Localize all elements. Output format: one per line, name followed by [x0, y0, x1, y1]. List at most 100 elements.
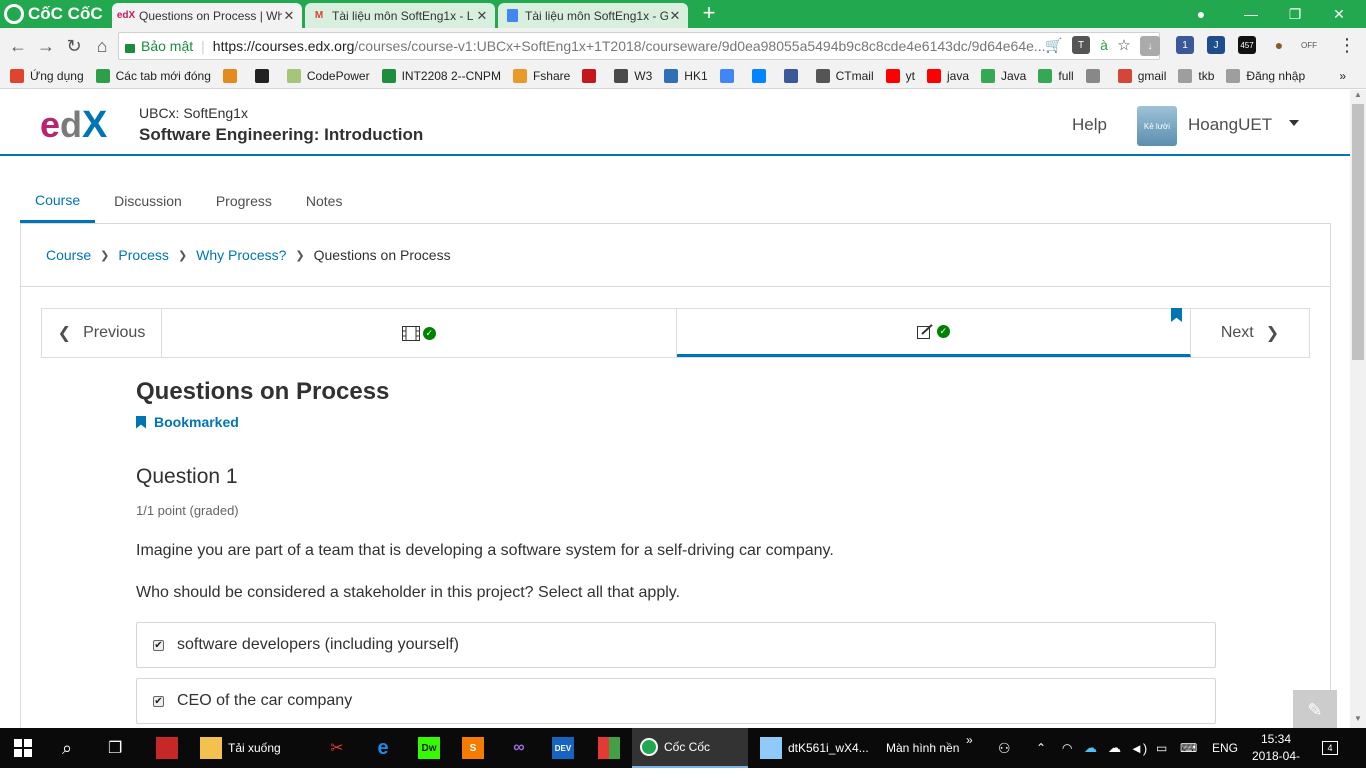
- bookmark-item[interactable]: HK1: [664, 69, 708, 83]
- inbox-icon[interactable]: 457: [1238, 36, 1256, 54]
- coccoc-logo[interactable]: CốC CốC: [0, 0, 110, 28]
- taskbar-app-sublime[interactable]: S: [462, 728, 484, 768]
- scrollbar-thumb[interactable]: [1352, 104, 1364, 360]
- start-button[interactable]: [14, 728, 32, 768]
- scroll-up-icon[interactable]: ▲: [1350, 90, 1366, 102]
- bookmark-item[interactable]: W3: [614, 69, 652, 83]
- bookmark-item[interactable]: full: [1038, 69, 1074, 83]
- home-icon[interactable]: ⌂: [90, 34, 114, 58]
- tray-chevron-up-icon[interactable]: ⌃: [1036, 728, 1046, 768]
- bookmark-item[interactable]: yt: [885, 69, 915, 83]
- tab-progress[interactable]: Progress: [201, 180, 287, 222]
- bookmark-item[interactable]: gmail: [1117, 69, 1166, 83]
- bookmark-item[interactable]: Fshare: [512, 69, 570, 83]
- bookmark-item[interactable]: [254, 69, 275, 83]
- cart-icon[interactable]: 🛒: [1045, 36, 1063, 54]
- minimize-button[interactable]: —: [1228, 0, 1274, 28]
- network-icon[interactable]: ☁: [1108, 728, 1121, 768]
- choice-option[interactable]: ✔ software developers (including yoursel…: [136, 622, 1216, 668]
- forward-icon[interactable]: →: [34, 34, 58, 58]
- search-icon[interactable]: ⌕: [62, 728, 72, 768]
- close-window-button[interactable]: ✕: [1316, 0, 1362, 28]
- j-extension-icon[interactable]: J: [1207, 36, 1225, 54]
- cookie-icon[interactable]: ●: [1270, 36, 1288, 54]
- back-icon[interactable]: ←: [6, 34, 30, 58]
- action-center-icon[interactable]: 4: [1322, 728, 1338, 768]
- translate-icon[interactable]: T: [1072, 36, 1090, 54]
- checkbox[interactable]: ✔: [153, 695, 164, 707]
- help-link[interactable]: Help: [1072, 115, 1107, 135]
- toolbar-more[interactable]: »: [966, 720, 973, 760]
- reload-icon[interactable]: ↻: [62, 34, 86, 58]
- taskbar-file[interactable]: dtK561i_wX4...: [760, 728, 869, 768]
- previous-button[interactable]: ❮ Previous: [42, 309, 162, 357]
- language-indicator[interactable]: ENG: [1212, 728, 1238, 768]
- new-tab-button[interactable]: +: [698, 2, 720, 25]
- browser-tab-edx[interactable]: edX Questions on Process | Wh ✕: [112, 3, 302, 28]
- close-tab-icon[interactable]: ✕: [282, 8, 296, 24]
- taskbar-app-snipping[interactable]: ✂: [326, 728, 348, 768]
- taskbar-app-network[interactable]: [156, 728, 178, 768]
- profile-icon[interactable]: ●: [1178, 0, 1224, 28]
- restore-button[interactable]: ❐: [1272, 0, 1318, 28]
- keyboard-icon[interactable]: ⌨: [1180, 728, 1197, 768]
- scroll-down-icon[interactable]: ▼: [1350, 714, 1366, 726]
- bookmark-item[interactable]: [783, 69, 804, 83]
- sequence-unit-video[interactable]: ✓: [162, 309, 677, 357]
- tab-discussion[interactable]: Discussion: [99, 180, 197, 222]
- clock[interactable]: 15:34 2018-04-06: [1246, 731, 1306, 782]
- bookmark-item[interactable]: Ứng dụng: [10, 69, 84, 83]
- avatar[interactable]: Kẻ lười: [1137, 106, 1177, 146]
- bookmark-item[interactable]: CTmail: [815, 69, 874, 83]
- close-tab-icon[interactable]: ✕: [475, 8, 489, 24]
- taskbar-app-visualstudio[interactable]: ∞: [508, 728, 530, 768]
- off-toggle-icon[interactable]: OFF: [1300, 36, 1318, 54]
- page-scrollbar[interactable]: ▲ ▼: [1350, 90, 1366, 728]
- download-icon[interactable]: ↓: [1140, 36, 1160, 56]
- taskbar-downloads[interactable]: Tải xuống: [200, 728, 281, 768]
- browser-tab-gmail[interactable]: M Tài liệu môn SoftEng1x - L ✕: [305, 3, 495, 28]
- breadcrumb-section[interactable]: Process: [118, 247, 169, 263]
- bookmark-item[interactable]: [1085, 69, 1106, 83]
- people-icon[interactable]: ⚇: [998, 728, 1011, 768]
- checkbox[interactable]: ✔: [153, 639, 164, 651]
- choice-option[interactable]: ✔ CEO of the car company: [136, 678, 1216, 724]
- desktop-toolbar[interactable]: Màn hình nền: [886, 728, 959, 768]
- star-icon[interactable]: ☆: [1115, 36, 1133, 54]
- volume-icon[interactable]: ◄): [1130, 728, 1147, 768]
- taskbar-app-devcpp[interactable]: DEV: [552, 728, 574, 768]
- taskbar-coccoc[interactable]: Cốc Cốc: [632, 728, 748, 768]
- bookmark-button[interactable]: Bookmarked: [136, 414, 1216, 430]
- battery-icon[interactable]: ▭: [1156, 728, 1167, 768]
- bookmark-item[interactable]: [222, 69, 243, 83]
- dictionary-icon[interactable]: à: [1095, 36, 1113, 54]
- bookmark-item[interactable]: Java: [981, 69, 1026, 83]
- bookmark-item[interactable]: java: [926, 69, 969, 83]
- breadcrumb-subsection[interactable]: Why Process?: [196, 247, 286, 263]
- next-button[interactable]: Next ❯: [1191, 309, 1309, 357]
- bookmark-item[interactable]: INT2208 2--CNPM: [381, 69, 501, 83]
- close-tab-icon[interactable]: ✕: [668, 8, 682, 24]
- task-view-icon[interactable]: ❐: [108, 728, 122, 768]
- browser-tab-gdoc[interactable]: Tài liệu môn SoftEng1x - G ✕: [498, 3, 688, 28]
- tab-course[interactable]: Course: [20, 180, 96, 223]
- bookmark-item[interactable]: Đăng nhập: [1226, 69, 1305, 83]
- bookmarks-more-button[interactable]: »: [1339, 69, 1346, 83]
- bookmark-item[interactable]: tkb: [1178, 69, 1214, 83]
- bookmark-item[interactable]: [751, 69, 772, 83]
- username[interactable]: HoangUET: [1188, 115, 1272, 135]
- sequence-unit-problem[interactable]: ✓: [676, 308, 1191, 357]
- wifi-icon[interactable]: ◠: [1062, 728, 1072, 768]
- user-menu-caret-icon[interactable]: [1289, 120, 1299, 126]
- edx-logo[interactable]: e d X: [40, 104, 120, 144]
- menu-icon[interactable]: ⋮: [1338, 35, 1356, 55]
- taskbar-app-dreamweaver[interactable]: Dw: [418, 728, 440, 768]
- bookmark-item[interactable]: [582, 69, 602, 83]
- taskbar-app-winrar[interactable]: [598, 728, 620, 768]
- breadcrumb-course[interactable]: Course: [46, 247, 91, 263]
- bookmark-item[interactable]: Các tab mới đóng: [95, 69, 211, 83]
- taskbar-app-edge[interactable]: e: [372, 728, 394, 768]
- notification-icon[interactable]: 1: [1176, 36, 1194, 54]
- address-bar[interactable]: Bảo mật | https://courses.edx.org /cours…: [118, 32, 1160, 60]
- edit-pencil-button[interactable]: ✎: [1293, 690, 1337, 728]
